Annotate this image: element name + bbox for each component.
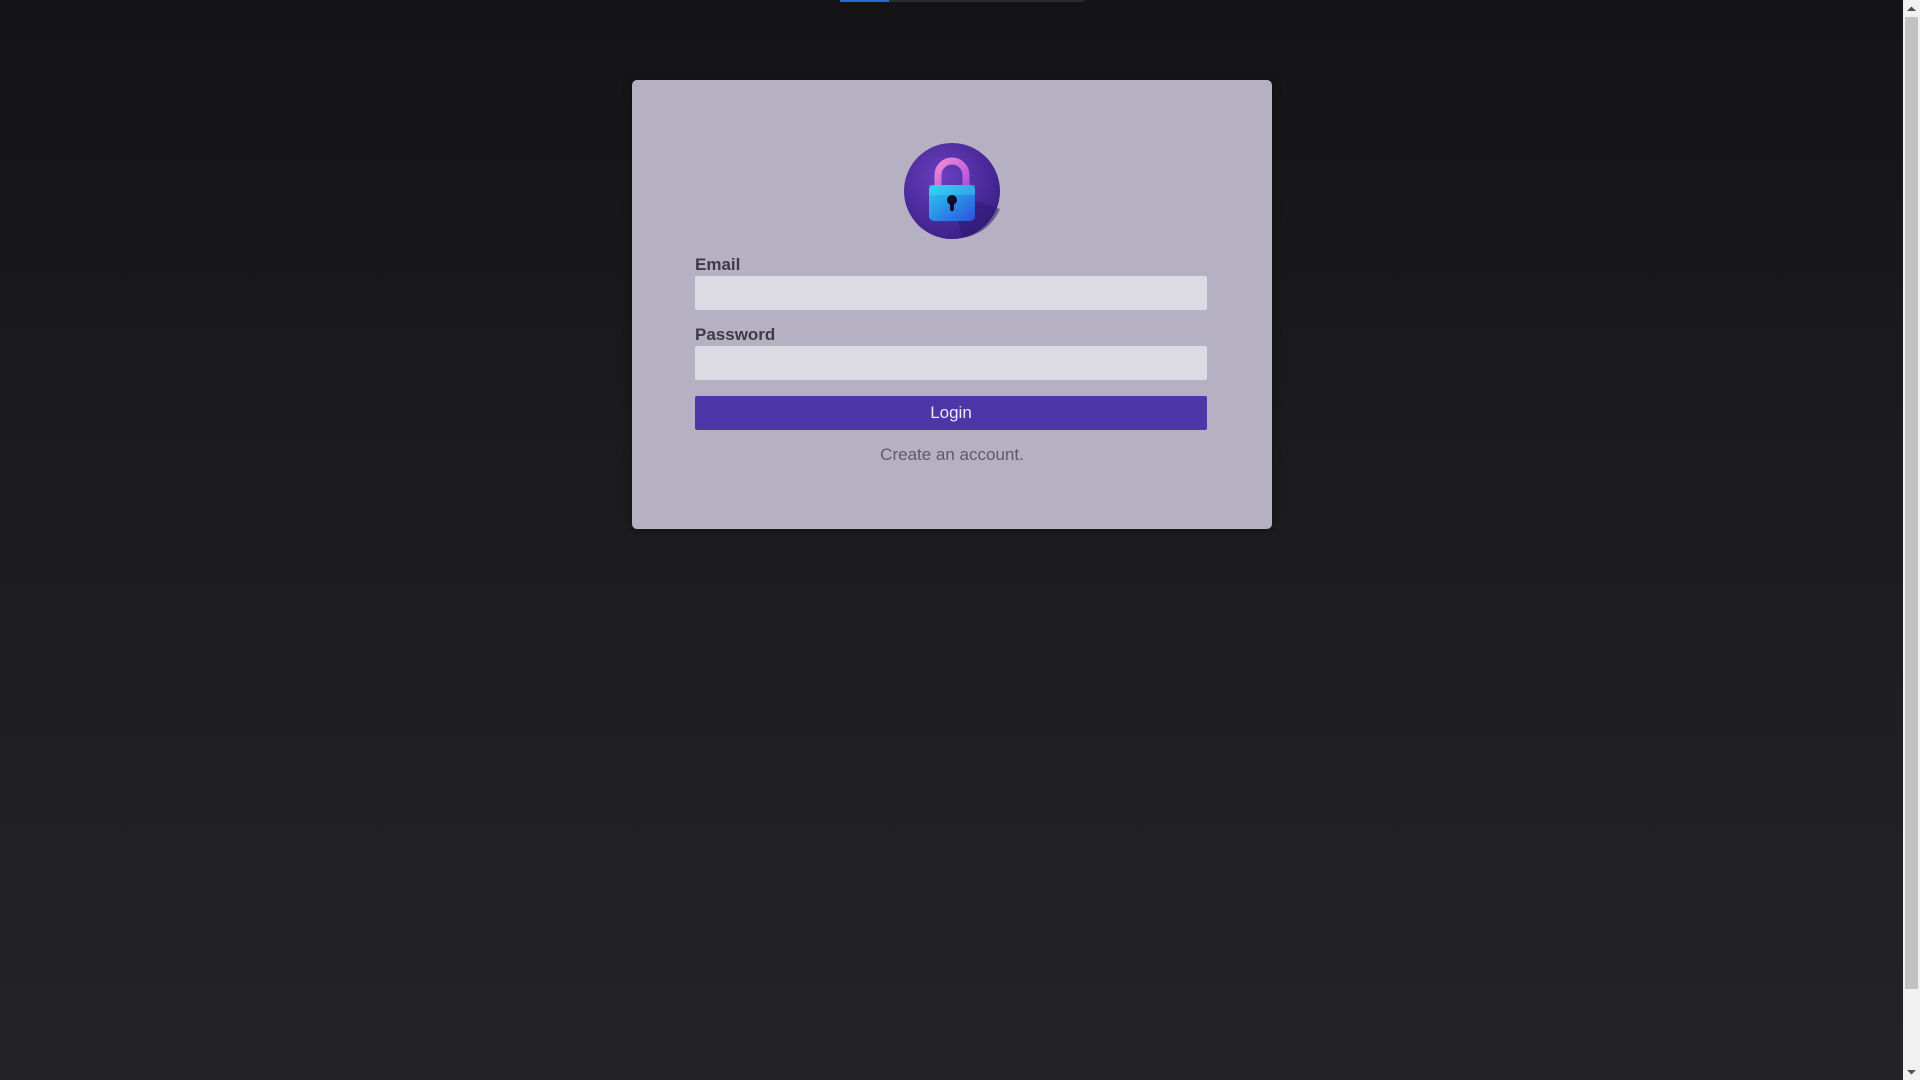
scroll-up-arrow-icon[interactable] xyxy=(1903,0,1920,17)
password-field[interactable] xyxy=(695,346,1207,380)
vertical-scrollbar[interactable] xyxy=(1903,0,1920,1080)
password-label: Password xyxy=(695,325,776,344)
lock-icon xyxy=(904,143,1000,239)
email-field[interactable] xyxy=(695,276,1207,310)
login-button[interactable]: Login xyxy=(695,396,1207,430)
top-progress-fill xyxy=(840,0,889,2)
email-label: Email xyxy=(695,255,741,274)
login-card: Email Password Login Create an account. xyxy=(632,80,1272,529)
scrollbar-thumb[interactable] xyxy=(1905,17,1918,989)
create-account-link[interactable]: Create an account. xyxy=(632,445,1272,465)
top-progress-bar xyxy=(840,0,1084,2)
scroll-down-arrow-icon[interactable] xyxy=(1903,1063,1920,1080)
